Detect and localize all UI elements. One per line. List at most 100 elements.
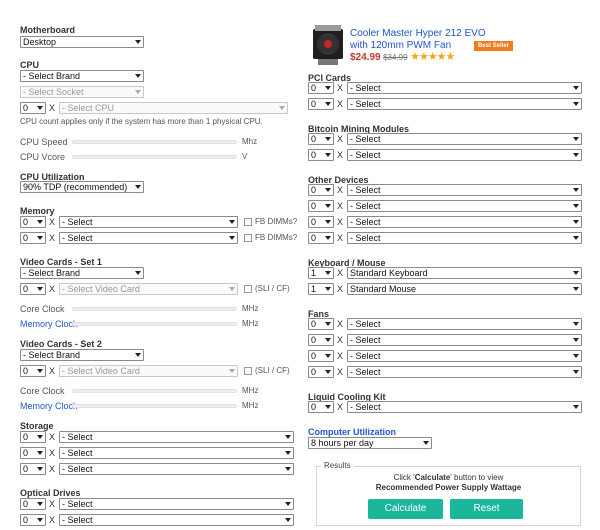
chevron-down-icon	[573, 354, 579, 358]
sli-label: (SLI / CF)	[255, 284, 290, 293]
multiply-symbol: X	[337, 134, 344, 144]
reset-button[interactable]: Reset	[450, 499, 523, 519]
optical-type-select[interactable]: - Select	[59, 498, 294, 510]
chevron-down-icon	[573, 188, 579, 192]
chevron-down-icon	[573, 137, 579, 141]
storage-count-select[interactable]: 0	[20, 447, 46, 459]
multiply-symbol: X	[337, 335, 344, 345]
video-set2-count-select[interactable]: 0	[20, 365, 46, 377]
video-set1-card-select[interactable]: - Select Video Card	[59, 283, 238, 295]
computer-utilization-select[interactable]: 8 hours per day	[308, 437, 432, 449]
video-set1-count-select[interactable]: 0	[20, 283, 46, 295]
other-type-select[interactable]: - Select	[347, 232, 582, 244]
multiply-symbol: X	[49, 233, 56, 243]
other-type-select[interactable]: - Select	[347, 184, 582, 196]
bitcoin-count-select[interactable]: 0	[308, 133, 334, 145]
keyboard-type-select[interactable]: Standard Keyboard	[347, 267, 582, 279]
ad-price: $24.99	[350, 52, 381, 63]
chevron-down-icon	[229, 236, 235, 240]
ad-product-title[interactable]: Cooler Master Hyper 212 EVO with 120mm P…	[350, 28, 486, 52]
computer-utilization-heading: Computer Utilization	[308, 427, 396, 437]
cpu-brand-select[interactable]: - Select Brand	[20, 70, 144, 82]
fans-type-select[interactable]: - Select	[347, 350, 582, 362]
fb-dimms-checkbox[interactable]	[244, 218, 252, 226]
chevron-down-icon	[573, 271, 579, 275]
core-clock-slider[interactable]	[72, 389, 237, 393]
bitcoin-type-select[interactable]: - Select	[347, 133, 582, 145]
memory-count-select[interactable]: 0	[20, 232, 46, 244]
fans-type-select[interactable]: - Select	[347, 334, 582, 346]
motherboard-heading: Motherboard	[20, 25, 75, 35]
memory-clock-slider[interactable]	[72, 322, 237, 326]
storage-type-select[interactable]: - Select	[59, 463, 294, 475]
other-count-select[interactable]: 0	[308, 200, 334, 212]
other-count-select[interactable]: 0	[308, 232, 334, 244]
fb-dimms-checkbox[interactable]	[244, 234, 252, 242]
chevron-down-icon	[573, 102, 579, 106]
multiply-symbol: X	[337, 201, 344, 211]
cpu-count-select[interactable]: 0	[20, 102, 46, 114]
memory-type-select[interactable]: - Select	[59, 232, 238, 244]
pci-type-select[interactable]: - Select	[347, 82, 582, 94]
cpu-socket-select[interactable]: - Select Socket	[20, 86, 144, 98]
pci-count-select[interactable]: 0	[308, 98, 334, 110]
optical-count-select[interactable]: 0	[20, 514, 46, 526]
core-clock-unit: MHz	[242, 386, 259, 395]
fans-count-select[interactable]: 0	[308, 350, 334, 362]
video-set2-brand-select[interactable]: - Select Brand	[20, 349, 144, 361]
fans-type-select[interactable]: - Select	[347, 318, 582, 330]
star-rating-icon: ★★★★★	[410, 51, 455, 63]
storage-count-select[interactable]: 0	[20, 463, 46, 475]
fans-type-select[interactable]: - Select	[347, 366, 582, 378]
fans-count-select[interactable]: 0	[308, 318, 334, 330]
calculate-button[interactable]: Calculate	[368, 499, 443, 519]
cpu-vcore-slider[interactable]	[72, 155, 237, 159]
other-type-select[interactable]: - Select	[347, 216, 582, 228]
cpu-vcore-label: CPU Vcore	[20, 152, 66, 162]
other-type-select[interactable]: - Select	[347, 200, 582, 212]
storage-count-select[interactable]: 0	[20, 431, 46, 443]
results-legend: Results	[321, 461, 354, 471]
motherboard-select[interactable]: Desktop	[20, 36, 144, 48]
other-count-select[interactable]: 0	[308, 216, 334, 228]
sli-checkbox[interactable]	[244, 367, 252, 375]
chevron-down-icon	[325, 137, 331, 141]
liquid-cooling-count-select[interactable]: 0	[308, 401, 334, 413]
chevron-down-icon	[325, 287, 331, 291]
memory-heading: Memory	[20, 206, 55, 216]
video-set1-brand-select[interactable]: - Select Brand	[20, 267, 144, 279]
cpu-utilization-select[interactable]: 90% TDP (recommended)	[20, 181, 144, 193]
chevron-down-icon	[285, 435, 291, 439]
cpu-model-select[interactable]: - Select CPU	[59, 102, 288, 114]
video-set2-card-select[interactable]: - Select Video Card	[59, 365, 238, 377]
cpu-cooler-image[interactable]	[310, 23, 346, 67]
mouse-type-select[interactable]: Standard Mouse	[347, 283, 582, 295]
storage-type-select[interactable]: - Select	[59, 431, 294, 443]
optical-type-select[interactable]: - Select	[59, 514, 294, 526]
chevron-down-icon	[573, 236, 579, 240]
cpu-speed-slider[interactable]	[72, 140, 237, 144]
sli-checkbox[interactable]	[244, 285, 252, 293]
chevron-down-icon	[573, 204, 579, 208]
video-set2-heading: Video Cards - Set 2	[20, 339, 102, 349]
mouse-count-select[interactable]: 1	[308, 283, 334, 295]
memory-type-select[interactable]: - Select	[59, 216, 238, 228]
storage-type-select[interactable]: - Select	[59, 447, 294, 459]
chevron-down-icon	[325, 220, 331, 224]
bitcoin-count-select[interactable]: 0	[308, 149, 334, 161]
keyboard-count-select[interactable]: 1	[308, 267, 334, 279]
pci-count-select[interactable]: 0	[308, 82, 334, 94]
other-count-select[interactable]: 0	[308, 184, 334, 196]
liquid-cooling-type-select[interactable]: - Select	[347, 401, 582, 413]
bitcoin-type-select[interactable]: - Select	[347, 149, 582, 161]
optical-count-select[interactable]: 0	[20, 498, 46, 510]
chevron-down-icon	[325, 354, 331, 358]
pci-type-select[interactable]: - Select	[347, 98, 582, 110]
core-clock-slider[interactable]	[72, 307, 237, 311]
best-seller-badge: Best Seller	[474, 41, 514, 51]
fans-count-select[interactable]: 0	[308, 334, 334, 346]
memory-clock-slider[interactable]	[72, 404, 237, 408]
fans-count-select[interactable]: 0	[308, 366, 334, 378]
multiply-symbol: X	[337, 185, 344, 195]
memory-count-select[interactable]: 0	[20, 216, 46, 228]
